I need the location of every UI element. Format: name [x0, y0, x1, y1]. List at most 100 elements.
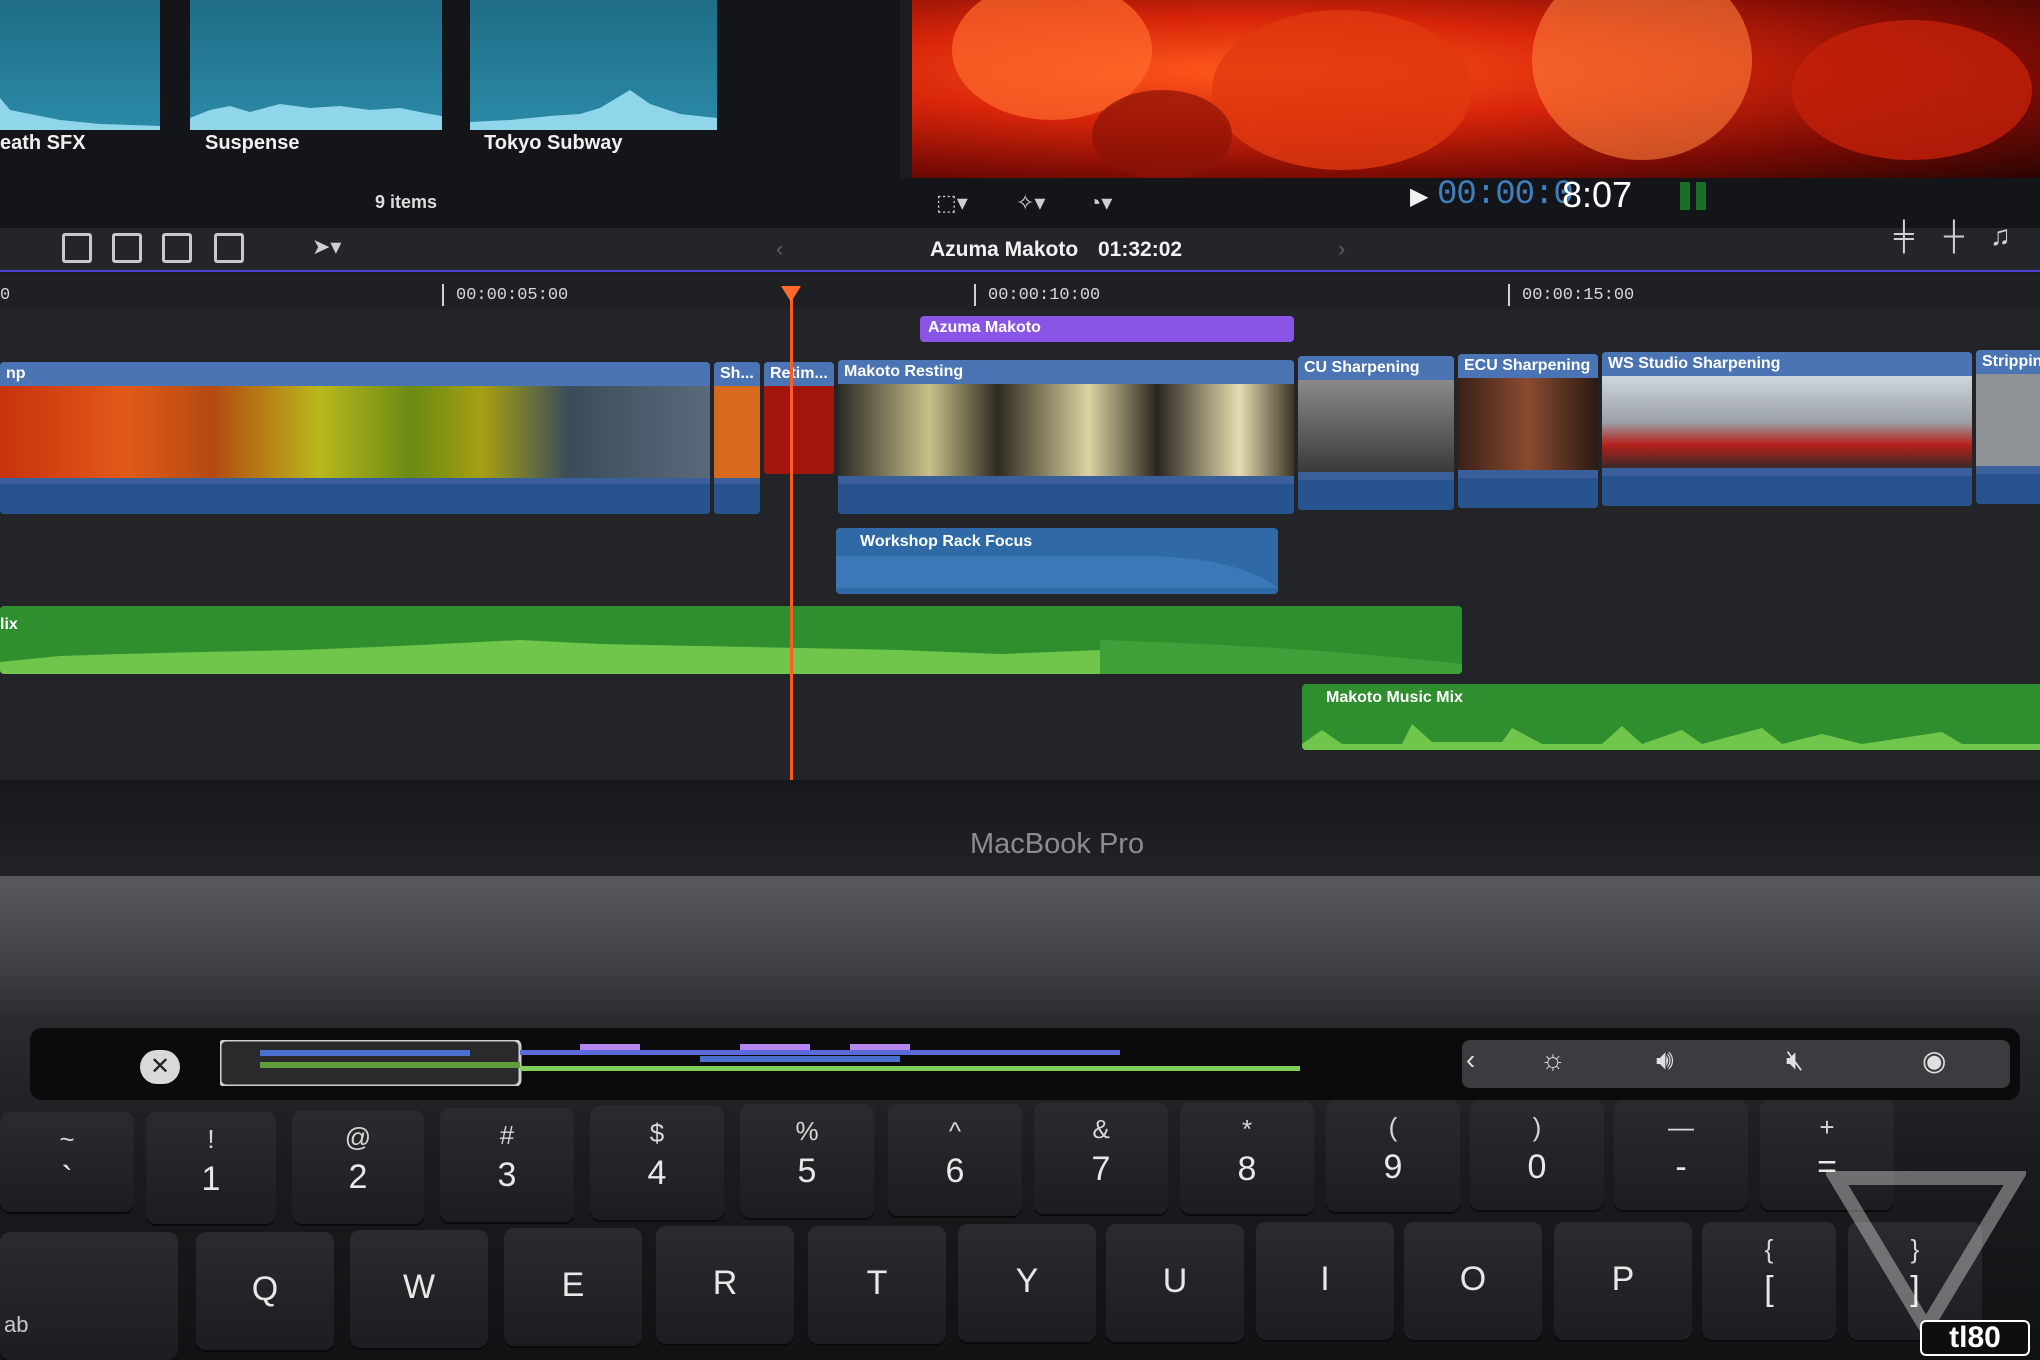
headphones-icon[interactable]: ♫: [1990, 220, 2011, 252]
brightness-icon[interactable]: ☼: [1540, 1044, 1566, 1076]
insert-clip-icon[interactable]: [112, 233, 142, 263]
ruler-label: 00:00:15:00: [1522, 286, 1635, 305]
key-9[interactable]: ( 9: [1326, 1100, 1460, 1212]
key-1[interactable]: ! 1: [146, 1112, 276, 1224]
key-8[interactable]: * 8: [1180, 1102, 1314, 1214]
skimming-icon[interactable]: ┼: [1944, 220, 1964, 252]
thumb-label: Tokyo Subway: [484, 132, 623, 154]
key-top-char: +: [1819, 1112, 1835, 1142]
key-2[interactable]: @ 2: [292, 1110, 424, 1224]
key-bottom-char: 6: [945, 1152, 965, 1190]
video-clip[interactable]: Sh...: [714, 362, 760, 514]
key-r[interactable]: R: [656, 1226, 794, 1344]
playhead-handle[interactable]: [781, 286, 801, 302]
siri-icon[interactable]: ◉: [1922, 1044, 1946, 1077]
video-clip[interactable]: np: [0, 362, 710, 514]
key-top-char: &: [1092, 1114, 1110, 1144]
key-minus[interactable]: — -: [1614, 1100, 1748, 1210]
overwrite-clip-icon[interactable]: [162, 233, 192, 263]
key-bottom-char: 3: [497, 1156, 517, 1194]
key-char: W: [402, 1268, 436, 1306]
key-top-char: *: [1241, 1114, 1253, 1144]
append-clip-icon[interactable]: [62, 233, 92, 263]
music-clip[interactable]: Makoto Music Mix: [1302, 684, 2040, 750]
key-bottom-char: 8: [1237, 1150, 1257, 1188]
key-bottom-char: 2: [348, 1158, 368, 1196]
key-6[interactable]: ^ 6: [888, 1104, 1022, 1216]
key-backtick[interactable]: ~ `: [0, 1112, 134, 1212]
retime-speed-icon[interactable]: ◔▾: [1088, 190, 1112, 216]
key-char: U: [1162, 1262, 1188, 1300]
key-bottom-char: 5: [797, 1152, 817, 1190]
audio-thumb-breath-sfx[interactable]: [0, 0, 160, 130]
key-top-char: —: [1668, 1112, 1694, 1142]
chevron-left-icon[interactable]: ‹: [1466, 1044, 1475, 1076]
key-left-bracket[interactable]: { [: [1702, 1222, 1836, 1340]
key-7[interactable]: & 7: [1034, 1102, 1168, 1214]
connected-audio-clip[interactable]: Workshop Rack Focus: [836, 528, 1278, 594]
chevron-right-icon[interactable]: ›: [1338, 236, 1345, 262]
key-y[interactable]: Y: [958, 1224, 1096, 1342]
key-p[interactable]: P: [1554, 1222, 1692, 1340]
key-top-char: @: [344, 1122, 372, 1152]
key-5[interactable]: % 5: [740, 1104, 874, 1218]
play-icon[interactable]: ▶: [1410, 182, 1428, 211]
audio-meter-right: [1696, 182, 1706, 210]
key-tab[interactable]: ab: [0, 1232, 178, 1360]
viewer-image: [912, 0, 2040, 178]
video-clip[interactable]: Strippin: [1976, 350, 2040, 504]
timeline-overview[interactable]: [220, 1040, 1300, 1086]
key-e[interactable]: E: [504, 1228, 642, 1346]
key-top-char: !: [207, 1124, 215, 1154]
chevron-left-icon[interactable]: ‹: [776, 236, 783, 262]
key-top-char: #: [499, 1120, 515, 1150]
key-q[interactable]: Q: [196, 1232, 334, 1350]
audio-thumb-suspense[interactable]: [190, 0, 442, 130]
clip-name: CU Sharpening: [1304, 359, 1420, 376]
mute-icon[interactable]: 🔇︎: [1786, 1044, 1804, 1077]
title-clip[interactable]: Azuma Makoto: [920, 316, 1294, 342]
title-clip-label: Azuma Makoto: [928, 319, 1041, 336]
video-clip[interactable]: WS Studio Sharpening: [1602, 352, 1972, 506]
video-clip[interactable]: ECU Sharpening: [1458, 354, 1598, 508]
video-clip[interactable]: CU Sharpening: [1298, 356, 1454, 510]
ruler-tick: [1508, 284, 1510, 306]
music-clip[interactable]: lix: [0, 606, 1462, 674]
ruler-label: 0: [0, 286, 11, 305]
key-char: Q: [251, 1270, 279, 1308]
playhead[interactable]: [790, 286, 793, 780]
key-char: P: [1611, 1260, 1635, 1298]
connect-clip-icon[interactable]: [214, 233, 244, 263]
key-3[interactable]: # 3: [440, 1108, 574, 1222]
key-o[interactable]: O: [1404, 1222, 1542, 1340]
key-t[interactable]: T: [808, 1226, 946, 1344]
key-bottom-char: 9: [1383, 1148, 1403, 1186]
audio-meter-left: [1680, 182, 1690, 210]
key-0[interactable]: ) 0: [1470, 1100, 1604, 1210]
clip-name: np: [6, 365, 26, 382]
video-clip[interactable]: Retim...: [764, 362, 834, 474]
key-top-char: ): [1532, 1112, 1542, 1142]
key-top-char: %: [795, 1116, 819, 1146]
transform-icon[interactable]: ⬚▾: [936, 190, 968, 216]
ruler-tick: [442, 284, 444, 306]
audio-thumb-tokyo-subway[interactable]: [470, 0, 717, 130]
final-cut-pro-window: eath SFX Suspense Tokyo Subway 9 items ⬚…: [0, 0, 2040, 780]
enhance-icon[interactable]: ✧▾: [1016, 190, 1045, 216]
close-icon[interactable]: ✕: [140, 1050, 180, 1084]
key-char: O: [1459, 1260, 1487, 1298]
key-bottom-char: -: [1675, 1148, 1687, 1186]
items-count: 9 items: [375, 192, 438, 212]
video-clip[interactable]: Makoto Resting: [838, 360, 1294, 514]
key-bottom-char: 1: [201, 1160, 221, 1198]
key-4[interactable]: $ 4: [590, 1106, 724, 1220]
zoom-icon[interactable]: ╪: [1894, 220, 1914, 252]
select-tool-icon[interactable]: ➤▾: [312, 234, 341, 260]
key-u[interactable]: U: [1106, 1224, 1244, 1342]
volume-icon[interactable]: 🔊︎: [1656, 1044, 1674, 1077]
key-w[interactable]: W: [350, 1230, 488, 1348]
key-i[interactable]: I: [1256, 1222, 1394, 1340]
clip-name: Strippin: [1982, 353, 2040, 370]
key-top-char: ~: [59, 1124, 75, 1154]
clip-name: Sh...: [720, 365, 754, 382]
